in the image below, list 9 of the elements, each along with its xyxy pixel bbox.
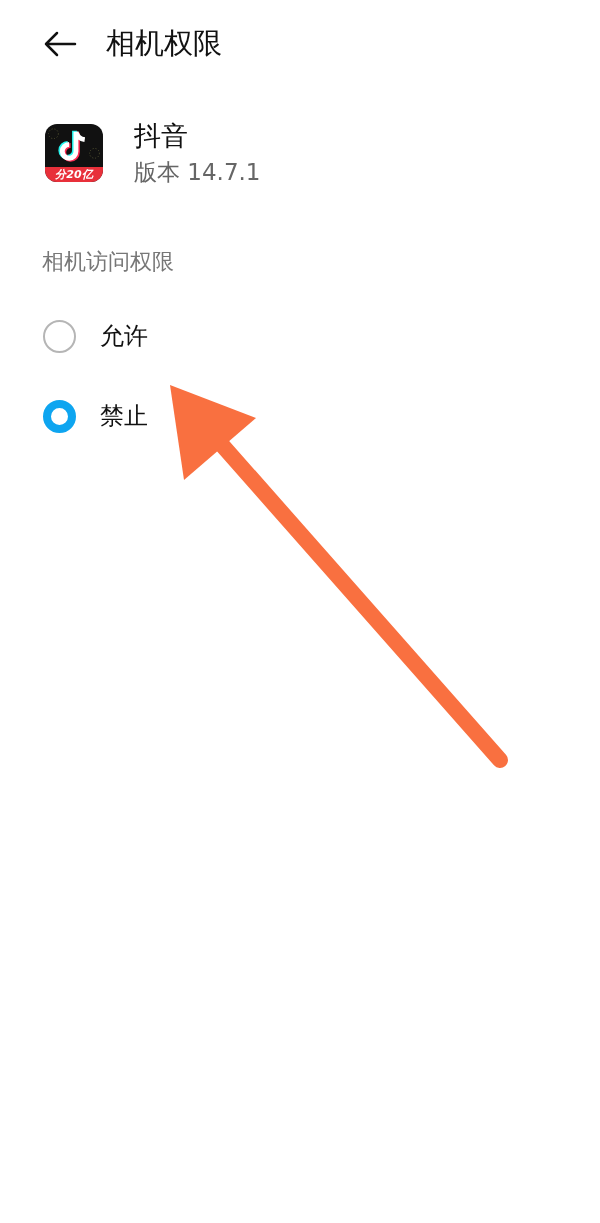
option-label: 禁止 — [100, 401, 148, 432]
app-version: 版本 14.7.1 — [134, 158, 261, 187]
radio-button[interactable] — [43, 319, 76, 353]
app-name: 抖音 — [134, 119, 189, 153]
option-label: 允许 — [100, 321, 148, 352]
radio-button[interactable] — [43, 399, 76, 433]
page-title: 相机权限 — [106, 25, 222, 63]
section-label: 相机访问权限 — [42, 249, 174, 274]
icon-badge-text: 分20亿 — [45, 167, 103, 182]
